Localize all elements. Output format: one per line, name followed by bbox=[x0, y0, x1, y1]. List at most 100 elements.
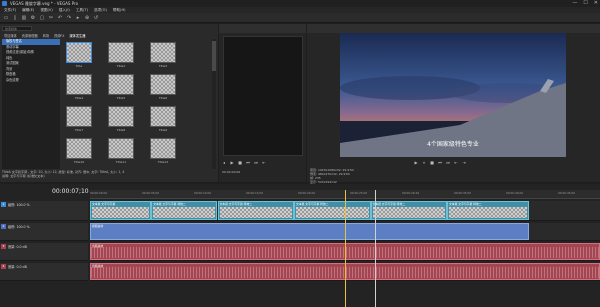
preset-thumbnail-label: Title3 bbox=[158, 64, 168, 68]
cursor-tool-icon[interactable]: ▸ bbox=[75, 15, 81, 21]
tab-transitions[interactable]: 转场 bbox=[43, 33, 49, 38]
track-header[interactable]: 1 级别: 100.0 % bbox=[0, 201, 88, 221]
track-header[interactable]: 2 级别: 100.0 % bbox=[0, 223, 88, 241]
preset-thumbnail[interactable] bbox=[108, 42, 134, 63]
explorer-scrollbar[interactable] bbox=[212, 39, 216, 169]
go-to-end-button[interactable]: ⇥ bbox=[461, 160, 467, 165]
preset-thumbnail[interactable] bbox=[108, 106, 134, 127]
preset-description: TitleA 文字和字幕 - 文字: 10, 大小: 12, 类型: 标准, 对… bbox=[2, 170, 216, 182]
playhead[interactable] bbox=[345, 190, 346, 307]
render-icon[interactable]: ▢ bbox=[39, 15, 45, 21]
redo-icon[interactable]: ↷ bbox=[66, 15, 72, 21]
menu-insert[interactable]: 插入(I) bbox=[59, 8, 70, 13]
explorer-tabs: 项目媒体 资源管理器 转场 视频FX 媒体发生器 bbox=[0, 33, 218, 38]
ruler-tick-label: 00:00:35;00 bbox=[454, 191, 472, 195]
scrollbar-thumb[interactable] bbox=[212, 41, 216, 71]
video-clip[interactable]: 文本幕 文字与字幕 特效二 bbox=[370, 201, 447, 220]
ruler-tick-label: 00:00:10;00 bbox=[194, 191, 212, 195]
go-to-start-button[interactable]: ⇤ bbox=[453, 160, 459, 165]
preset-thumbnail-label: Title12 bbox=[157, 160, 169, 164]
track-header[interactable]: 4 音量: 0.0 dB bbox=[0, 263, 88, 281]
clip-thumbnail bbox=[219, 207, 292, 218]
preset-thumbnail[interactable] bbox=[108, 74, 134, 95]
menu-file[interactable]: 文件(F) bbox=[4, 8, 16, 13]
properties-icon[interactable]: ⚙ bbox=[30, 15, 36, 21]
rewind-button[interactable]: ◂ bbox=[221, 160, 227, 165]
preset-thumbnail[interactable] bbox=[108, 138, 134, 159]
preset-thumbnail[interactable] bbox=[150, 106, 176, 127]
menu-options[interactable]: 选项(O) bbox=[94, 8, 107, 13]
prev-frame-button[interactable]: ⏮ bbox=[245, 160, 251, 165]
video-clip[interactable]: 文本幕 文字与字幕 特效二 bbox=[294, 201, 371, 220]
trimmer-transport: ◂ ▶ ■ ⏮ ⏭ ⇤ bbox=[221, 158, 305, 166]
menu-edit[interactable]: 编辑(E) bbox=[22, 8, 34, 13]
open-icon[interactable]: ▯ bbox=[12, 15, 18, 21]
clip-label: 文本幕 文字与字幕 特效二 bbox=[153, 202, 186, 206]
clip-thumbnail bbox=[449, 207, 527, 218]
preset-thumbnail[interactable] bbox=[66, 138, 92, 159]
zoom-tool-icon[interactable]: ⊕ bbox=[84, 15, 90, 21]
window-title: VEGAS 雅旋字幕.veg * - VEGAS Pro bbox=[10, 0, 79, 6]
video-clip[interactable]: 文本幕 文字与字幕 bbox=[90, 201, 152, 220]
title-bar: VEGAS 雅旋字幕.veg * - VEGAS Pro — ☐ ✕ bbox=[0, 0, 600, 7]
preset-thumbnail-label: Title bbox=[75, 64, 83, 68]
preset-thumbnail-label: Title8 bbox=[116, 128, 126, 132]
close-button[interactable]: ✕ bbox=[594, 0, 598, 6]
video-clip[interactable]: 文本幕 文字与字幕 特效二 bbox=[217, 201, 294, 220]
timeline-timecode: 00:00:07;10 bbox=[52, 188, 89, 195]
track-number: 3 bbox=[1, 244, 6, 249]
preset-thumbnail-label: Title11 bbox=[115, 160, 127, 164]
preset-thumbnail[interactable] bbox=[150, 138, 176, 159]
loop-icon[interactable]: ↺ bbox=[93, 15, 99, 21]
clip-label: 文本幕 文字与字幕 特效二 bbox=[449, 202, 482, 206]
preset-thumbnail-label: Title7 bbox=[74, 128, 84, 132]
video-clip[interactable]: 文本幕 文字与字幕 特效二 bbox=[151, 201, 218, 220]
trimmer-toolbar bbox=[219, 24, 306, 33]
preset-thumbnail-label: Title10 bbox=[73, 160, 85, 164]
list-item[interactable]: 杂色纹理 bbox=[2, 78, 60, 84]
preset-thumbnail[interactable] bbox=[66, 106, 92, 127]
menu-help[interactable]: 帮助(H) bbox=[113, 8, 126, 13]
edit-cursor[interactable] bbox=[375, 190, 376, 307]
track-header[interactable]: 3 音量: 0.0 dB bbox=[0, 243, 88, 261]
preset-thumbnail[interactable] bbox=[66, 42, 92, 63]
ruler-tick-label: 00:00:40;00 bbox=[506, 191, 524, 195]
play-button[interactable]: ▶ bbox=[413, 160, 419, 165]
tab-video-fx[interactable]: 视频FX bbox=[54, 33, 64, 38]
save-icon[interactable]: ▥ bbox=[21, 15, 27, 21]
preset-thumbnail[interactable] bbox=[150, 42, 176, 63]
undo-icon[interactable]: ↶ bbox=[57, 15, 63, 21]
tab-media-generators[interactable]: 媒体发生器 bbox=[69, 33, 85, 38]
play-button[interactable]: ▶ bbox=[229, 160, 235, 165]
maximize-button[interactable]: ☐ bbox=[583, 0, 587, 6]
go-to-start-button[interactable]: ⇤ bbox=[261, 160, 267, 165]
preset-thumbnail[interactable] bbox=[66, 74, 92, 95]
cut-icon[interactable]: ✂ bbox=[48, 15, 54, 21]
video-clip[interactable]: 文本幕 文字与字幕 特效二 bbox=[447, 201, 529, 220]
ruler-tick-label: 00:00:25;00 bbox=[350, 191, 368, 195]
search-input[interactable]: 搜索媒体 bbox=[2, 26, 32, 31]
stop-button[interactable]: ■ bbox=[237, 160, 243, 165]
prev-frame-button[interactable]: ⏮ bbox=[437, 160, 443, 165]
preset-thumbnail[interactable] bbox=[150, 74, 176, 95]
menu-tools[interactable]: 工具(T) bbox=[76, 8, 88, 13]
clip-label: 文本幕 文字与字幕 特效二 bbox=[372, 202, 406, 206]
clip-label: 文本幕 文字与字幕 特效二 bbox=[296, 202, 329, 206]
tab-project-media[interactable]: 项目媒体 bbox=[4, 33, 17, 38]
next-frame-button[interactable]: ⏭ bbox=[253, 160, 259, 165]
ruler-tick-label: 00:00:29;29 bbox=[402, 191, 420, 195]
clip-label: 文本幕 文字与字幕 特效二 bbox=[219, 202, 253, 206]
preview-info: 项目: 1920x1080x32, 29.970i 预览: 480x270x32… bbox=[310, 168, 598, 184]
clip-thumbnail bbox=[92, 207, 150, 218]
pause-button[interactable]: ⏸ bbox=[421, 160, 427, 165]
menu-view[interactable]: 视图(V) bbox=[40, 8, 52, 13]
tab-explorer[interactable]: 资源管理器 bbox=[22, 33, 38, 38]
stop-button[interactable]: ■ bbox=[429, 160, 435, 165]
next-frame-button[interactable]: ⏭ bbox=[445, 160, 451, 165]
minimize-button[interactable]: — bbox=[572, 0, 577, 6]
trimmer-viewer bbox=[223, 36, 303, 156]
main-toolbar: ▭ ▯ ▥ ⚙ ▢ ✂ ↶ ↷ ▸ ⊕ ↺ bbox=[0, 13, 600, 23]
clip-label: 文本幕 文字与字幕 bbox=[92, 202, 116, 206]
video-clip[interactable]: 视频素材 bbox=[90, 223, 529, 240]
new-project-icon[interactable]: ▭ bbox=[3, 15, 9, 21]
